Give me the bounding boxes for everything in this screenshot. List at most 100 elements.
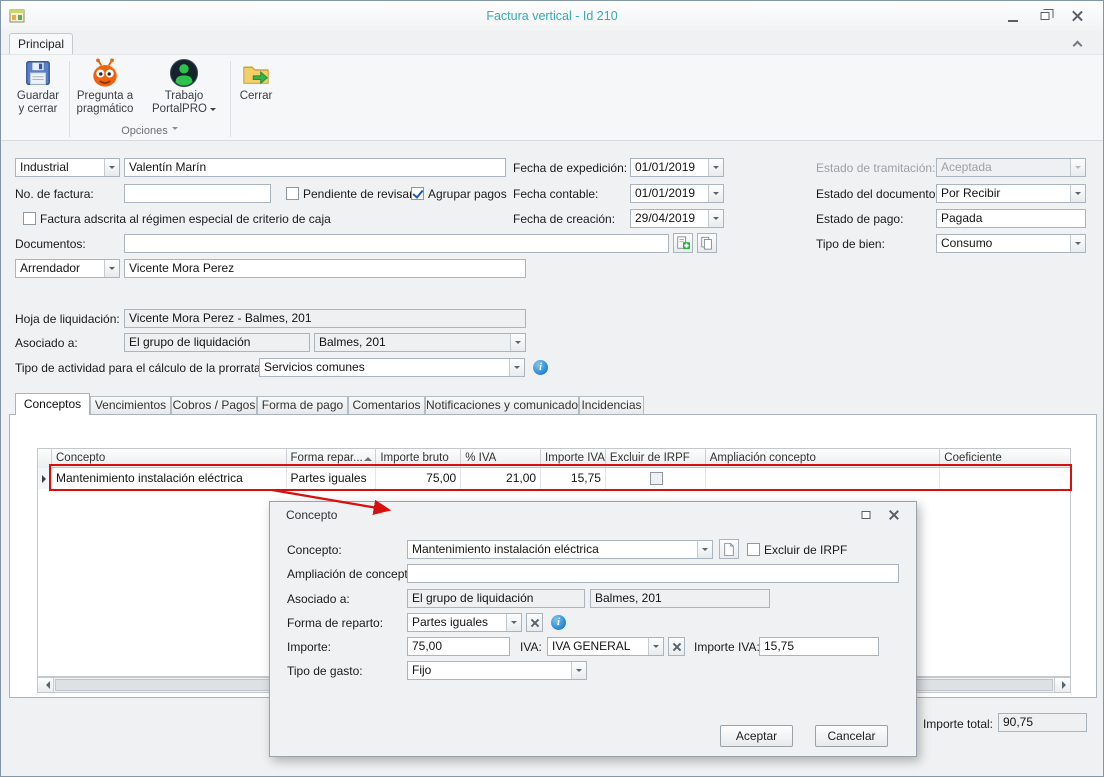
dropdown-arrow-icon[interactable] [104, 260, 119, 277]
dialog-maximize-button[interactable] [856, 507, 876, 523]
dropdown-arrow-icon[interactable] [1070, 235, 1085, 252]
documentos-input[interactable] [124, 234, 669, 253]
copy-icon [700, 236, 714, 250]
dropdown-arrow-icon[interactable] [571, 662, 586, 679]
dropdown-arrow-icon[interactable] [708, 210, 723, 227]
accounting-date-picker[interactable]: 01/01/2019 [630, 184, 724, 203]
dialog-forma-reparto-combobox[interactable]: Partes iguales [407, 613, 522, 632]
landlord-name-input[interactable]: Vicente Mora Perez [124, 259, 526, 278]
dialog-importe-iva-input[interactable]: 15,75 [759, 637, 879, 656]
scroll-left-button[interactable] [38, 678, 54, 692]
column-header-ampliacion[interactable]: Ampliación concepto [706, 449, 941, 468]
tab-comentarios[interactable]: Comentarios [348, 396, 425, 414]
invoice-number-input[interactable] [124, 184, 271, 203]
tab-forma-de-pago[interactable]: Forma de pago [257, 396, 348, 414]
accounting-date-label: Fecha contable: [513, 185, 598, 203]
cerrar-button[interactable]: Cerrar [234, 58, 278, 122]
agrupar-pagos-label[interactable]: Agrupar pagos [428, 185, 507, 203]
pregunta-pragmatico-button[interactable]: Pregunta a pragmático [72, 58, 138, 122]
party-type-combobox[interactable]: Industrial [15, 158, 120, 177]
button-label: Guardar [17, 90, 59, 103]
close-button[interactable] [1063, 7, 1091, 25]
tab-incidencias[interactable]: Incidencias [579, 396, 644, 414]
cell-importe-iva[interactable]: 15,75 [541, 468, 606, 489]
restore-button[interactable] [1031, 7, 1059, 25]
concepto-dialog: Concepto Concepto: Mantenimiento instala… [269, 501, 917, 757]
issue-date-picker[interactable]: 01/01/2019 [630, 158, 724, 177]
dropdown-arrow-icon[interactable] [648, 638, 663, 655]
cell-ampliacion[interactable] [706, 468, 941, 489]
column-header-importe-iva[interactable]: Importe IVA [541, 449, 606, 468]
excluir-irpf-checkbox[interactable] [650, 472, 663, 485]
agrupar-pagos-checkbox[interactable] [411, 187, 424, 200]
ribbon-collapse-button[interactable] [1067, 36, 1089, 52]
asociado-property-combobox[interactable]: Balmes, 201 [314, 333, 526, 352]
ribbon-tab-principal[interactable]: Principal [9, 33, 73, 54]
payment-status-input[interactable]: Pagada [936, 209, 1086, 228]
asociado-group-input[interactable]: El grupo de liquidación [124, 333, 310, 352]
pendiente-revisar-label[interactable]: Pendiente de revisar [303, 185, 413, 203]
pendiente-revisar-checkbox[interactable] [286, 187, 299, 200]
column-header-importe-bruto[interactable]: Importe bruto [376, 449, 461, 468]
titlebar: Factura vertical - Id 210 [1, 1, 1103, 31]
tab-notificaciones[interactable]: Notificaciones y comunicados [425, 396, 579, 414]
info-icon[interactable]: i [533, 360, 548, 375]
trabajo-portalpro-button[interactable]: Trabajo PortalPRO [141, 58, 227, 122]
criterio-caja-checkbox[interactable] [23, 212, 36, 225]
cell-concepto[interactable]: Mantenimiento instalación eléctrica [52, 468, 287, 489]
criterio-caja-label[interactable]: Factura adscrita al régimen especial de … [40, 210, 331, 228]
dialog-close-button[interactable] [884, 507, 904, 523]
clear-forma-reparto-button[interactable] [526, 613, 543, 632]
prorrata-combobox[interactable]: Servicios comunes [259, 358, 525, 377]
cell-iva-pct[interactable]: 21,00 [461, 468, 541, 489]
dialog-iva-combobox[interactable]: IVA GENERAL [547, 637, 664, 656]
dropdown-arrow-icon[interactable] [104, 159, 119, 176]
tab-conceptos[interactable]: Conceptos [15, 393, 90, 415]
copy-document-button[interactable] [697, 233, 717, 253]
table-row[interactable]: Mantenimiento instalación eléctrica Part… [38, 468, 1070, 489]
dialog-tipo-gasto-combobox[interactable]: Fijo [407, 661, 587, 680]
cell-importe-bruto[interactable]: 75,00 [376, 468, 461, 489]
minimize-button[interactable] [999, 7, 1027, 25]
dialog-asociado-group-input[interactable]: El grupo de liquidación [407, 589, 585, 608]
cell-forma-reparto[interactable]: Partes iguales [287, 468, 377, 489]
settlement-sheet-input[interactable]: Vicente Mora Perez - Balmes, 201 [124, 309, 526, 328]
dialog-excluir-irpf-label[interactable]: Excluir de IRPF [764, 541, 847, 559]
column-header-forma-reparto[interactable]: Forma repar... [287, 449, 377, 468]
dropdown-arrow-icon[interactable] [697, 541, 712, 558]
cell-coeficiente[interactable] [940, 468, 1070, 489]
asset-type-combobox[interactable]: Consumo [936, 234, 1086, 253]
column-header-excluir-irpf[interactable]: Excluir de IRPF [606, 449, 706, 468]
add-document-button[interactable] [673, 233, 693, 253]
ribbon-group-opciones[interactable]: Opciones [72, 125, 227, 137]
dialog-asociado-property-input[interactable]: Balmes, 201 [590, 589, 770, 608]
column-header-concepto[interactable]: Concepto [52, 449, 287, 468]
invoice-number-label: No. de factura: [15, 185, 94, 203]
tab-vencimientos[interactable]: Vencimientos [90, 396, 171, 414]
tab-cobros-pagos[interactable]: Cobros / Pagos [171, 396, 257, 414]
dialog-ampliacion-input[interactable] [407, 564, 899, 583]
column-header-iva-pct[interactable]: % IVA [461, 449, 541, 468]
dialog-concepto-combobox[interactable]: Mantenimiento instalación eléctrica [407, 540, 713, 559]
dialog-excluir-irpf-checkbox[interactable] [747, 543, 760, 556]
guardar-y-cerrar-button[interactable]: Guardar y cerrar [9, 58, 67, 122]
party-name-input[interactable]: Valentín Marín [124, 158, 506, 177]
dropdown-arrow-icon[interactable] [510, 334, 525, 351]
creation-date-picker[interactable]: 29/04/2019 [630, 209, 724, 228]
info-icon[interactable]: i [551, 615, 566, 630]
dropdown-arrow-icon[interactable] [506, 614, 521, 631]
new-concepto-button[interactable] [719, 539, 739, 559]
document-status-combobox[interactable]: Por Recibir [936, 184, 1086, 203]
dialog-importe-input[interactable]: 75,00 [407, 637, 510, 656]
dropdown-arrow-icon[interactable] [509, 359, 524, 376]
dropdown-arrow-icon[interactable] [708, 185, 723, 202]
cancelar-button[interactable]: Cancelar [815, 725, 888, 747]
landlord-type-combobox[interactable]: Arrendador [15, 259, 120, 278]
dropdown-arrow-icon[interactable] [708, 159, 723, 176]
scroll-right-button[interactable] [1054, 678, 1070, 692]
column-header-coeficiente[interactable]: Coeficiente [940, 449, 1070, 468]
dropdown-arrow-icon[interactable] [1070, 185, 1085, 202]
new-document-icon [723, 542, 735, 557]
clear-iva-button[interactable] [668, 637, 685, 656]
aceptar-button[interactable]: Aceptar [720, 725, 793, 747]
